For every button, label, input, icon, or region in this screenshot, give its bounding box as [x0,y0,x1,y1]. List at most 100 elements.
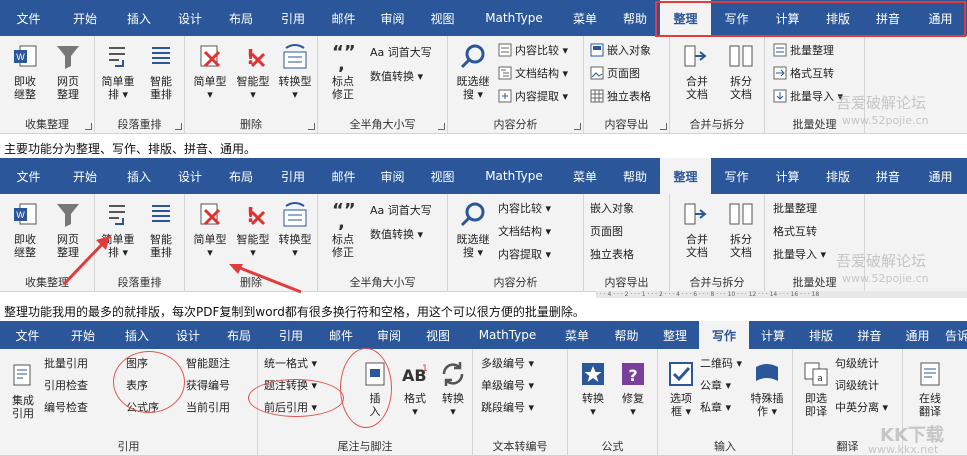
doc-structure-button[interactable]: 文档结构 ▾ [498,63,568,83]
capitalize-button[interactable]: Aa 词首大写 [370,200,432,220]
tab-17[interactable]: 通用 [913,0,967,36]
tab-15[interactable]: 排版 [813,0,863,36]
tab-0[interactable]: 文件 [0,158,57,194]
tab-7[interactable]: 审阅 [368,158,417,194]
tab-8[interactable]: 视图 [413,321,463,349]
tab-4[interactable]: 布局 [213,321,265,349]
tab-7[interactable]: 审阅 [368,0,417,36]
tab-14[interactable]: 计算 [762,158,813,194]
get-number-button[interactable]: 获得编号 [186,375,230,395]
table-order-button[interactable]: 表序 [126,375,148,395]
merge-doc-button[interactable]: 合并 文档 [676,198,718,274]
batch-import-button[interactable]: 批量导入 ▾ [773,86,843,106]
split-doc-button[interactable]: 拆分 文档 [720,40,762,116]
integrated-ref-button[interactable]: 集成 引用 [2,359,44,435]
punct-fix-button[interactable]: “”, 标点 修正 [322,40,364,116]
format-convert-button[interactable]: 格式互转 [773,221,817,241]
tab-2[interactable]: 插入 [111,321,163,349]
tab-10[interactable]: 菜单 [560,158,610,194]
batch-ref-button[interactable]: 批量引用 [44,353,88,373]
table-export-button[interactable]: 独立表格 [590,244,634,264]
unify-format-button[interactable]: 统一格式 ▾ [264,353,317,373]
formula-repair-button[interactable]: ? 修复 ▾ [612,357,654,433]
smart-caption-button[interactable]: 智能题注 [186,353,230,373]
table-export-button[interactable]: 独立表格 [590,86,651,106]
tab-3[interactable]: 设计 [165,0,215,36]
capitalize-button[interactable]: Aa 词首大写 [370,42,432,62]
tab-9[interactable]: MathType [468,158,560,194]
cn-en-split-button[interactable]: 中英分离 ▾ [835,397,888,417]
simple-delete-button[interactable]: 简单型 ▾ [189,40,231,116]
dialog-launcher-icon[interactable] [574,123,581,130]
multi-level-number-button[interactable]: 多级编号 ▾ [481,353,534,373]
tab-5[interactable]: 引用 [265,321,317,349]
web-tidy-button[interactable]: 网页 整理 [47,198,89,274]
number-convert-button[interactable]: 数值转换 ▾ [370,66,423,86]
tab-2[interactable]: 插入 [113,0,165,36]
tab-6[interactable]: 邮件 [319,0,368,36]
number-check-button[interactable]: 编号检查 [44,397,88,417]
tab-16[interactable]: 拼音 [845,321,894,349]
instant-translate-button[interactable]: a 即选 即译 [795,357,837,433]
tab-11[interactable]: 帮助 [610,0,660,36]
tab-3[interactable]: 设计 [163,321,213,349]
tab-18[interactable]: 告诉我你 [941,321,967,349]
tab-10[interactable]: 菜单 [552,321,602,349]
embed-object-button[interactable]: 嵌入对象 [590,198,634,218]
tab-12[interactable]: 整理 [660,158,711,194]
tab-1[interactable]: 开始 [55,321,111,349]
insert-button[interactable]: 插 入 [354,357,396,433]
web-tidy-button[interactable]: 网页 整理 [47,40,89,116]
tab-5[interactable]: 引用 [267,158,319,194]
number-convert-button[interactable]: 数值转换 ▾ [370,224,423,244]
select-search-button[interactable]: 既选继 搜 ▾ [452,40,494,116]
tab-15[interactable]: 排版 [813,158,863,194]
word-stats-button[interactable]: 词级统计 [835,375,879,395]
content-compare-button[interactable]: 内容比较 ▾ [498,198,551,218]
official-seal-button[interactable]: 公章 ▾ [700,375,731,395]
tab-14[interactable]: 计算 [749,321,797,349]
content-extract-button[interactable]: 内容提取 ▾ [498,244,551,264]
special-insert-button[interactable]: 特殊插 作 ▾ [746,357,788,433]
tab-2[interactable]: 插入 [113,158,165,194]
content-extract-button[interactable]: 内容提取 ▾ [498,86,568,106]
tab-14[interactable]: 计算 [762,0,813,36]
smart-rearrange-button[interactable]: 智能 重排 [140,40,182,116]
tab-13[interactable]: 写作 [711,0,762,36]
smart-rearrange-button[interactable]: 智能 重排 [140,198,182,274]
tab-17[interactable]: 通用 [894,321,941,349]
tab-1[interactable]: 开始 [57,0,113,36]
dialog-launcher-icon[interactable] [660,123,667,130]
tab-5[interactable]: 引用 [267,0,319,36]
convert-delete-button[interactable]: 转换型 ▾ [274,40,316,116]
tab-3[interactable]: 设计 [165,158,215,194]
tab-0[interactable]: 文件 [0,0,57,36]
simple-delete-button[interactable]: 简单型 ▾ [189,198,231,274]
tab-9[interactable]: MathType [468,0,560,36]
tab-16[interactable]: 拼音 [863,158,913,194]
horizontal-ruler[interactable]: · · · 4 · · · 2 · · · 1 · · · 2 · · · 4 … [596,291,967,298]
tab-8[interactable]: 视图 [417,0,468,36]
footnote-format-button[interactable]: AB 1 格式 ▾ [394,357,436,433]
batch-import-button[interactable]: 批量导入 ▾ [773,244,826,264]
tab-6[interactable]: 邮件 [317,321,365,349]
tab-4[interactable]: 布局 [215,158,267,194]
private-seal-button[interactable]: 私章 ▾ [700,397,731,417]
batch-tidy-button[interactable]: 批量整理 [773,198,817,218]
tab-15[interactable]: 排版 [797,321,845,349]
formula-order-button[interactable]: 公式序 [126,397,159,417]
caption-convert-button[interactable]: 题注转换 ▾ [264,375,317,395]
smart-delete-button[interactable]: ! 智能型 ▾ [232,198,274,274]
current-ref-button[interactable]: 当前引用 [186,397,230,417]
figure-order-button[interactable]: 图序 [126,353,148,373]
tab-13[interactable]: 写作 [711,158,762,194]
online-translate-button[interactable]: 在线 翻译 [909,357,951,433]
formula-convert-button[interactable]: 转换 ▾ [572,357,614,433]
page-image-button[interactable]: 页面图 [590,221,623,241]
checkbox-button[interactable]: 选项 框 ▾ [660,357,702,433]
tab-12[interactable]: 整理 [651,321,699,349]
tab-1[interactable]: 开始 [57,158,113,194]
tab-11[interactable]: 帮助 [610,158,660,194]
smart-delete-button[interactable]: ! 智能型 ▾ [232,40,274,116]
skip-number-button[interactable]: 跳段编号 ▾ [481,397,534,417]
